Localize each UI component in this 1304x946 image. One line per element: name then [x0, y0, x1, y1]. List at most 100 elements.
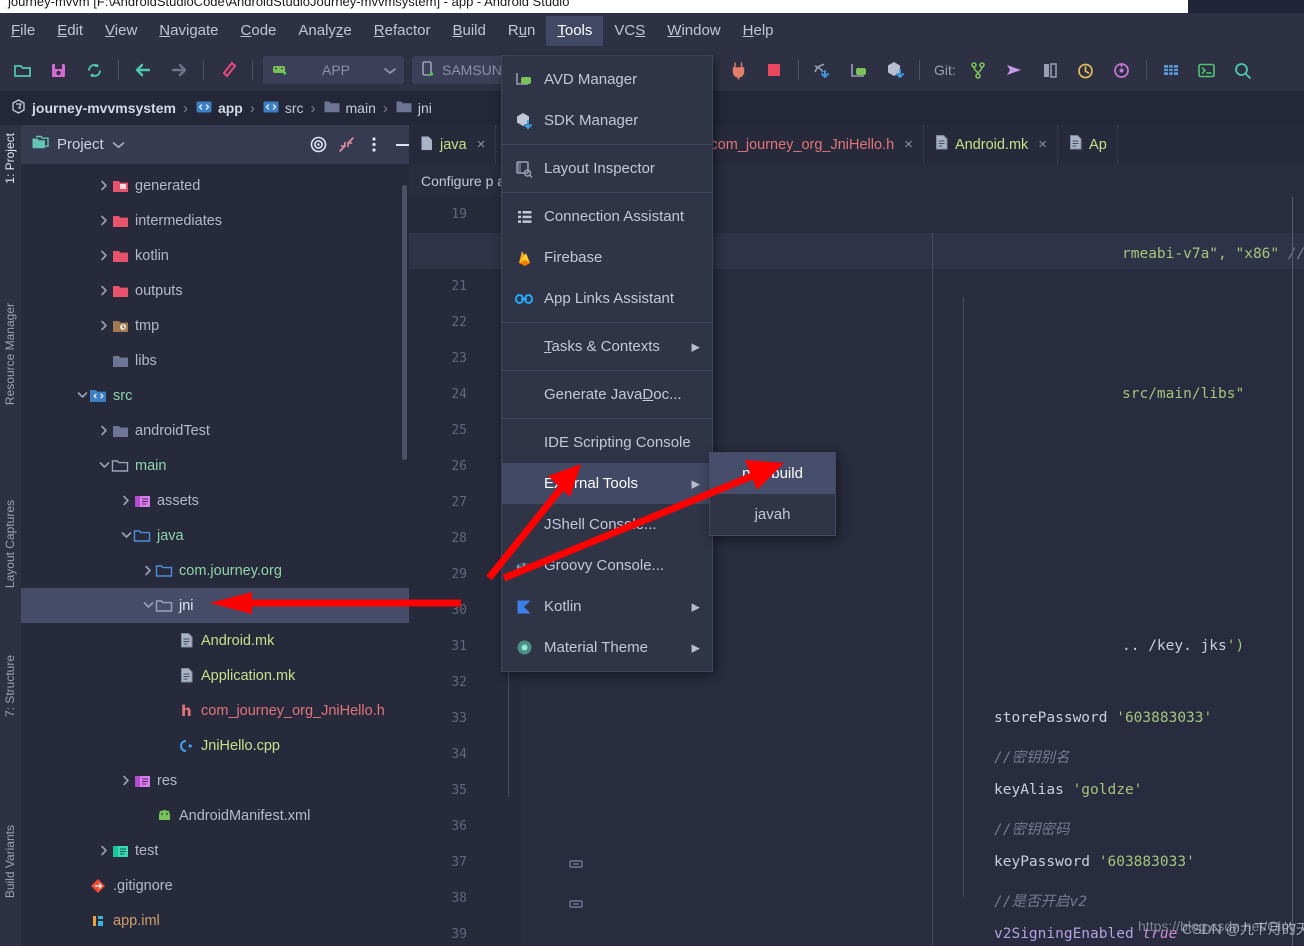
menu-file[interactable]: File — [0, 16, 46, 46]
menu-help[interactable]: Help — [732, 16, 785, 46]
menu-run[interactable]: Run — [497, 16, 547, 46]
update-project-icon[interactable] — [1001, 57, 1027, 83]
menu-item-external-tools[interactable]: External Tools ▶ — [502, 463, 712, 504]
menu-window[interactable]: Window — [656, 16, 731, 46]
chevron-right-icon[interactable] — [97, 250, 111, 261]
build-hammer-icon[interactable] — [215, 57, 241, 83]
target-locate-icon[interactable] — [307, 134, 329, 156]
tree-node-kotlin[interactable]: kotlin — [21, 238, 409, 273]
tree-node-intermediates[interactable]: intermediates — [21, 203, 409, 238]
forward-arrow-icon[interactable] — [166, 57, 192, 83]
tool-tab-resource-manager[interactable]: Resource Manager — [0, 303, 21, 405]
menu-analyze[interactable]: Analyze — [287, 16, 362, 46]
tools-menu-dropdown[interactable]: AVD Manager SDK Manager Layout Inspector Co… — [501, 55, 713, 672]
chevron-down-icon[interactable] — [75, 391, 89, 400]
menu-item-app-links-assistant[interactable]: App Links Assistant — [502, 278, 712, 319]
chevron-right-icon[interactable] — [97, 285, 111, 296]
tree-node-application.mk[interactable]: Application.mk — [21, 658, 409, 693]
run-configuration-selector[interactable]: APP — [263, 56, 404, 84]
menu-navigate[interactable]: Navigate — [148, 16, 229, 46]
layout-grid-icon[interactable] — [1158, 57, 1184, 83]
tree-node-outputs[interactable]: outputs — [21, 273, 409, 308]
breadcrumb-item-journey-mvvmsystem[interactable]: journey-mvvmsystem — [6, 98, 180, 118]
tree-node-androidtest[interactable]: androidTest — [21, 413, 409, 448]
chevron-right-icon[interactable] — [97, 845, 111, 856]
menu-vcs[interactable]: VCS — [603, 16, 656, 46]
avd-manager-icon[interactable] — [846, 57, 872, 83]
menu-item-generate-javadoc---[interactable]: Generate JavaDoc... — [502, 374, 712, 415]
tree-node-src[interactable]: src — [21, 378, 409, 413]
menu-edit[interactable]: Edit — [46, 16, 94, 46]
breadcrumb-item-main[interactable]: main — [319, 99, 380, 117]
menu-item-connection-assistant[interactable]: Connection Assistant — [502, 196, 712, 237]
stop-icon[interactable] — [761, 57, 787, 83]
tree-node-java[interactable]: java — [21, 518, 409, 553]
search-icon[interactable] — [1230, 57, 1256, 83]
tool-tab-1--project[interactable]: 1: Project — [0, 133, 21, 184]
collapse-all-icon[interactable] — [335, 134, 357, 156]
editor-tab-android.mk[interactable]: Android.mk × — [924, 125, 1059, 164]
breadcrumb-item-jni[interactable]: jni — [391, 99, 436, 117]
menu-code[interactable]: Code — [230, 16, 288, 46]
editor-tab-java[interactable]: java × — [409, 125, 497, 164]
tool-tab-7--structure[interactable]: 7: Structure — [0, 655, 21, 717]
sdk-sync-icon[interactable] — [810, 57, 836, 83]
more-options-icon[interactable] — [363, 134, 385, 156]
chevron-down-icon[interactable] — [141, 601, 155, 610]
menu-item-kotlin[interactable]: Kotlin ▶ — [502, 586, 712, 627]
close-icon[interactable]: × — [477, 136, 486, 153]
attach-debugger-icon[interactable] — [725, 57, 751, 83]
tree-node-.gitignore[interactable]: .gitignore — [21, 868, 409, 903]
menu-item-firebase[interactable]: Firebase — [502, 237, 712, 278]
tree-node-assets[interactable]: assets — [21, 483, 409, 518]
breadcrumb-item-src[interactable]: src — [258, 99, 308, 118]
tree-node-libs[interactable]: libs — [21, 343, 409, 378]
sdk-manager-icon[interactable] — [882, 57, 908, 83]
editor-tab-com_journey_org_jnihello.h[interactable]: hcom_journey_org_JniHello.h× — [679, 125, 924, 164]
chevron-right-icon[interactable] — [119, 775, 133, 786]
chevron-right-icon[interactable] — [97, 215, 111, 226]
commit-icon[interactable] — [1037, 57, 1063, 83]
history-icon[interactable] — [1073, 57, 1099, 83]
menu-item-layout-inspector[interactable]: Layout Inspector — [502, 148, 712, 189]
tool-tab-layout-captures[interactable]: Layout Captures — [0, 500, 21, 588]
chevron-down-icon[interactable] — [97, 461, 111, 470]
project-tree-scrollbar[interactable] — [402, 185, 407, 460]
menu-item-groovy-console---[interactable]: Groovy Console... — [502, 545, 712, 586]
menu-item-tasks---contexts[interactable]: Tasks & Contexts ▶ — [502, 326, 712, 367]
chevron-right-icon[interactable] — [141, 565, 155, 576]
tool-tab-build-variants[interactable]: Build Variants — [0, 825, 21, 898]
menu-item-ide-scripting-console[interactable]: IDE Scripting Console — [502, 422, 712, 463]
code-fold-marker[interactable] — [567, 857, 587, 870]
close-icon[interactable]: × — [1038, 136, 1047, 153]
chevron-right-icon[interactable] — [97, 180, 111, 191]
submenu-item-ndk-build[interactable]: ndk-build — [710, 453, 835, 494]
chevron-down-icon[interactable] — [119, 531, 133, 540]
code-fold-marker[interactable] — [567, 897, 587, 910]
menu-view[interactable]: View — [94, 16, 148, 46]
tree-node-tmp[interactable]: tmp — [21, 308, 409, 343]
tree-node-androidmanifest.xml[interactable]: AndroidManifest.xml — [21, 798, 409, 833]
menu-item-sdk-manager[interactable]: SDK Manager — [502, 100, 712, 141]
tree-node-com.journey.org[interactable]: com.journey.org — [21, 553, 409, 588]
tree-node-test[interactable]: test — [21, 833, 409, 868]
project-tree[interactable]: generated intermediates kotlin outputs tmp li… — [21, 164, 409, 946]
tree-node-res[interactable]: res — [21, 763, 409, 798]
open-folder-icon[interactable] — [9, 57, 35, 83]
submenu-item-javah[interactable]: javah — [710, 494, 835, 535]
chevron-down-icon[interactable] — [384, 62, 396, 78]
breadcrumb-item-app[interactable]: app — [191, 99, 247, 118]
menu-tools[interactable]: Tools — [546, 16, 604, 46]
tree-node-jni[interactable]: jni — [21, 588, 409, 623]
tree-node-generated[interactable]: generated — [21, 168, 409, 203]
editor-tab-ap[interactable]: Ap — [1058, 125, 1118, 164]
tree-node-app.iml[interactable]: app.iml — [21, 903, 409, 938]
menu-item-material-theme[interactable]: Material Theme ▶ — [502, 627, 712, 668]
chevron-right-icon[interactable] — [119, 495, 133, 506]
menu-item-avd-manager[interactable]: AVD Manager — [502, 59, 712, 100]
terminal-icon[interactable] — [1194, 57, 1220, 83]
tree-node-android.mk[interactable]: Android.mk — [21, 623, 409, 658]
branch-icon[interactable] — [965, 57, 991, 83]
external-tools-submenu[interactable]: ndk-build javah — [709, 452, 836, 536]
chevron-right-icon[interactable] — [97, 425, 111, 436]
